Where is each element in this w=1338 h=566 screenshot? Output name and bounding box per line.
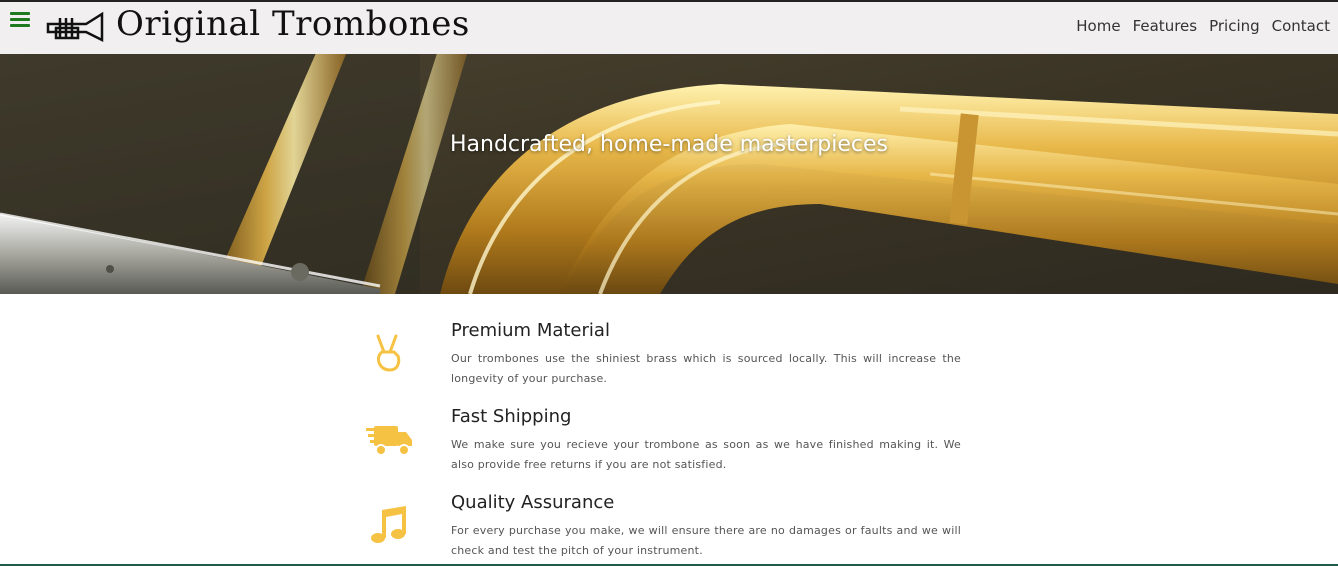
- feature-text: Our trombones use the shiniest brass whi…: [451, 352, 961, 385]
- shipping-truck-icon: [366, 426, 412, 456]
- nav-features-link[interactable]: Features: [1133, 17, 1198, 35]
- hamburger-menu-icon[interactable]: [10, 12, 30, 28]
- trumpet-logo-icon[interactable]: [46, 10, 106, 46]
- brand-name[interactable]: Original Trombones: [116, 4, 470, 44]
- site-header: Original Trombones Home Features Pricing…: [0, 2, 1338, 54]
- nav-contact-link[interactable]: Contact: [1272, 17, 1330, 35]
- feature-title: Fast Shipping: [451, 406, 572, 427]
- feature-title: Premium Material: [451, 320, 610, 341]
- features-section: Premium Material Our trombones use the s…: [360, 320, 964, 566]
- music-note-icon: [371, 506, 406, 543]
- top-border: [0, 0, 1338, 2]
- feature-text: We make sure you recieve your trombone a…: [451, 438, 961, 471]
- nav-home-link[interactable]: Home: [1076, 17, 1120, 35]
- peace-hand-icon: [376, 334, 401, 372]
- feature-premium-material: Premium Material Our trombones use the s…: [360, 320, 964, 406]
- feature-title: Quality Assurance: [451, 492, 615, 513]
- main-nav: Home Features Pricing Contact: [1076, 17, 1330, 35]
- feature-fast-shipping: Fast Shipping We make sure you recieve y…: [360, 406, 964, 492]
- trombone-hero-image: [0, 54, 1338, 294]
- hero-title: Handcrafted, home-made masterpieces: [449, 132, 889, 157]
- feature-text: For every purchase you make, we will ens…: [451, 524, 961, 557]
- hero-banner: Handcrafted, home-made masterpieces: [0, 54, 1338, 294]
- nav-pricing-link[interactable]: Pricing: [1209, 17, 1260, 35]
- feature-quality-assurance: Quality Assurance For every purchase you…: [360, 492, 964, 566]
